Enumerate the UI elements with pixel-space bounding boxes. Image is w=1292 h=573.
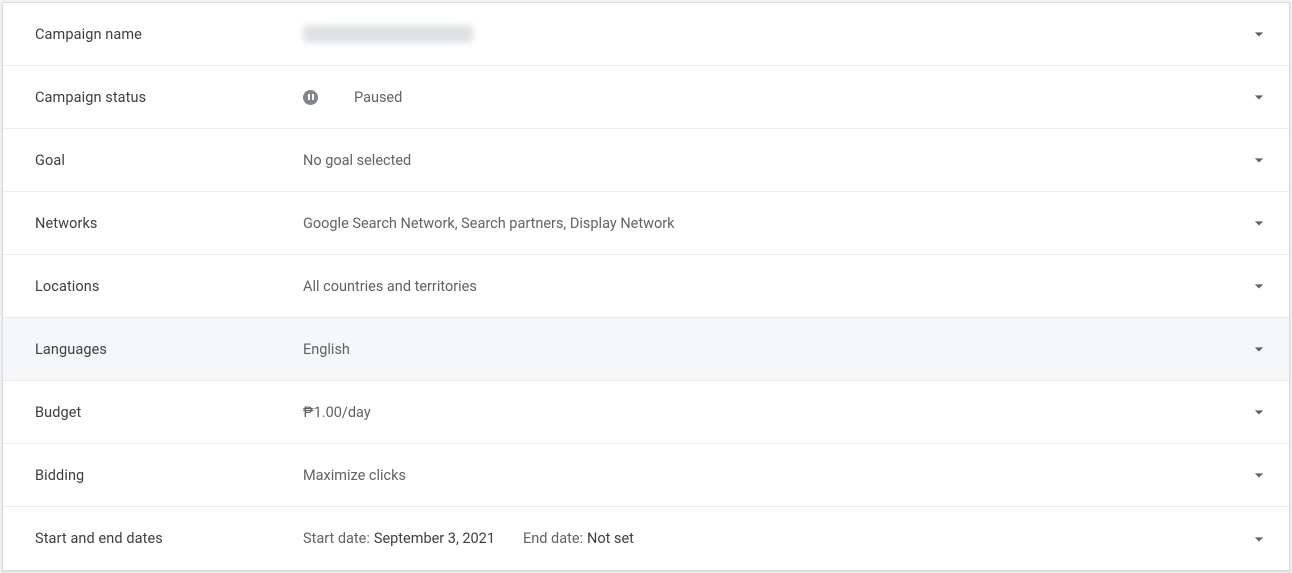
campaign-name-label: Campaign name xyxy=(35,26,303,43)
campaign-settings-panel: Campaign name Campaign status Paused Goa… xyxy=(2,2,1290,571)
pause-icon xyxy=(303,90,318,105)
chevron-down-icon xyxy=(1247,22,1271,46)
languages-value: English xyxy=(303,341,1247,358)
networks-label: Networks xyxy=(35,215,303,232)
languages-label: Languages xyxy=(35,341,303,358)
languages-text: English xyxy=(303,341,350,358)
goal-text: No goal selected xyxy=(303,152,411,169)
start-date-value: September 3, 2021 xyxy=(374,530,495,547)
chevron-down-icon xyxy=(1247,148,1271,172)
networks-value: Google Search Network, Search partners, … xyxy=(303,215,1247,232)
start-date: Start date: September 3, 2021 xyxy=(303,530,495,547)
dates-label: Start and end dates xyxy=(35,530,303,547)
campaign-status-label: Campaign status xyxy=(35,89,303,106)
dates-row[interactable]: Start and end dates Start date: Septembe… xyxy=(3,507,1289,570)
end-date-value: Not set xyxy=(587,530,634,547)
campaign-status-text: Paused xyxy=(354,89,402,106)
goal-row[interactable]: Goal No goal selected xyxy=(3,129,1289,192)
campaign-name-row[interactable]: Campaign name xyxy=(3,3,1289,66)
chevron-down-icon xyxy=(1247,527,1271,551)
chevron-down-icon xyxy=(1247,211,1271,235)
campaign-status-value: Paused xyxy=(303,89,1247,106)
languages-row[interactable]: Languages English xyxy=(3,318,1289,381)
bidding-row[interactable]: Bidding Maximize clicks xyxy=(3,444,1289,507)
budget-text: ₱1.00/day xyxy=(303,404,371,421)
chevron-down-icon xyxy=(1247,400,1271,424)
bidding-text: Maximize clicks xyxy=(303,467,406,484)
bidding-value: Maximize clicks xyxy=(303,467,1247,484)
budget-value: ₱1.00/day xyxy=(303,404,1247,421)
chevron-down-icon xyxy=(1247,274,1271,298)
chevron-down-icon xyxy=(1247,85,1271,109)
campaign-name-value xyxy=(303,25,1247,43)
locations-value: All countries and territories xyxy=(303,278,1247,295)
start-date-label: Start date: xyxy=(303,530,370,547)
dates-value: Start date: September 3, 2021 End date: … xyxy=(303,530,1247,547)
campaign-status-row[interactable]: Campaign status Paused xyxy=(3,66,1289,129)
networks-text: Google Search Network, Search partners, … xyxy=(303,215,675,232)
bidding-label: Bidding xyxy=(35,467,303,484)
chevron-down-icon xyxy=(1247,463,1271,487)
end-date-label: End date: xyxy=(523,530,583,547)
locations-label: Locations xyxy=(35,278,303,295)
budget-label: Budget xyxy=(35,404,303,421)
end-date: End date: Not set xyxy=(523,530,634,547)
goal-value: No goal selected xyxy=(303,152,1247,169)
goal-label: Goal xyxy=(35,152,303,169)
budget-row[interactable]: Budget ₱1.00/day xyxy=(3,381,1289,444)
chevron-down-icon xyxy=(1247,337,1271,361)
redacted-campaign-name xyxy=(303,25,473,43)
locations-text: All countries and territories xyxy=(303,278,477,295)
locations-row[interactable]: Locations All countries and territories xyxy=(3,255,1289,318)
networks-row[interactable]: Networks Google Search Network, Search p… xyxy=(3,192,1289,255)
